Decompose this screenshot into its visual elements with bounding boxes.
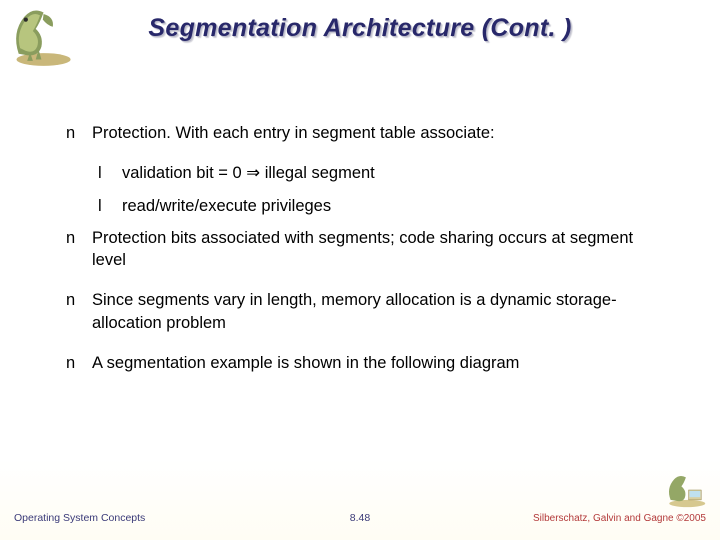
bullet-level2: l read/write/execute privileges	[98, 195, 660, 217]
bullet-marker: l	[98, 162, 122, 184]
footer-dinosaur-logo	[662, 472, 708, 508]
bullet-marker: n	[66, 289, 92, 334]
bullet-level1: n Protection bits associated with segmen…	[66, 227, 660, 272]
bullet-text: Protection. With each entry in segment t…	[92, 122, 660, 144]
bullet-marker: l	[98, 195, 122, 217]
content-area: n Protection. With each entry in segment…	[66, 122, 660, 392]
footer-copyright: Silberschatz, Galvin and Gagne ©2005	[533, 513, 706, 524]
bullet-level1: n A segmentation example is shown in the…	[66, 352, 660, 374]
bullet-text: Since segments vary in length, memory al…	[92, 289, 660, 334]
slide-title: Segmentation Architecture (Cont. )	[0, 14, 720, 43]
bullet-text: A segmentation example is shown in the f…	[92, 352, 660, 374]
bullet-level1: n Protection. With each entry in segment…	[66, 122, 660, 144]
bullet-text: Protection bits associated with segments…	[92, 227, 660, 272]
slide: Segmentation Architecture (Cont. ) n Pro…	[0, 0, 720, 540]
bullet-text: read/write/execute privileges	[122, 195, 660, 217]
bullet-marker: n	[66, 227, 92, 272]
bullet-level2: l validation bit = 0 ⇒ illegal segment	[98, 162, 660, 184]
bullet-marker: n	[66, 352, 92, 374]
bullet-text: validation bit = 0 ⇒ illegal segment	[122, 162, 660, 184]
bullet-level1: n Since segments vary in length, memory …	[66, 289, 660, 334]
bullet-marker: n	[66, 122, 92, 144]
